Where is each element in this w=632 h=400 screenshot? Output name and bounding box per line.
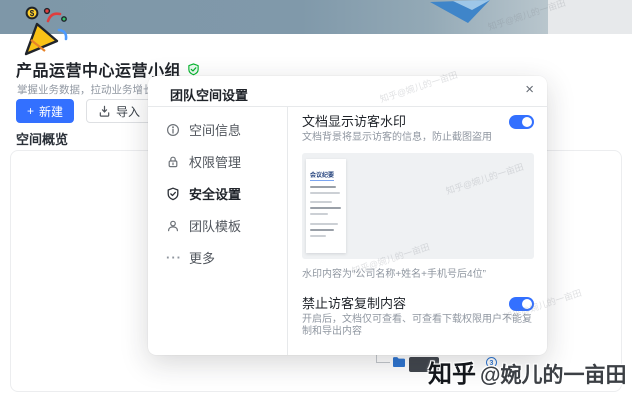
screen: $ 产品运营中心运营小组 掌握业务数据，拉动业务增长 + 新建 导入 — [0, 0, 632, 400]
setting-title: 文档显示访客水印 — [302, 114, 406, 129]
party-popper-logo-icon[interactable]: $ — [20, 4, 70, 60]
modal-header: 团队空间设置 × — [148, 76, 547, 107]
new-button[interactable]: + 新建 — [16, 99, 74, 123]
copy-restrict-toggle[interactable] — [509, 297, 534, 311]
watermark-caption: 水印内容为“公司名称+姓名+手机号后4位” — [302, 265, 534, 280]
lock-icon — [166, 155, 180, 169]
settings-content: 文档显示访客水印 文档背景将显示访客的信息，防止截图盗用 会议纪要 水印内容为“… — [302, 107, 534, 355]
sidebar-item-space-info[interactable]: 空间信息 — [148, 119, 287, 140]
sidebar-item-label: 权限管理 — [189, 152, 241, 171]
toggle-knob — [522, 117, 532, 127]
team-space-settings-modal: 团队空间设置 × 空间信息 权限管理 安全设置 — [148, 76, 547, 355]
modal-title: 团队空间设置 — [170, 85, 248, 104]
sidebar-item-templates[interactable]: 团队模板 — [148, 215, 287, 236]
setting-row-copy: 禁止访客复制内容 — [302, 296, 534, 311]
info-circle-icon — [166, 123, 180, 137]
document-thumbnail: 会议纪要 — [306, 159, 346, 253]
setting-description: 开启后，文档仅可查看、可查看下载权限用户不能复制和导出内容 — [302, 314, 534, 338]
svg-text:$: $ — [30, 9, 35, 18]
setting-row-watermark: 文档显示访客水印 — [302, 114, 534, 129]
sidebar-item-label: 安全设置 — [189, 184, 241, 203]
setting-title: 禁止访客复制内容 — [302, 296, 406, 311]
watermark-toggle[interactable] — [509, 115, 534, 129]
import-icon — [98, 105, 111, 118]
sidebar-item-label: 更多 — [189, 248, 215, 267]
sidebar-item-label: 团队模板 — [189, 216, 241, 235]
zhihu-handle: @婉儿的一亩田 — [480, 359, 626, 389]
zhihu-brand: 知乎 — [428, 354, 476, 389]
sidebar-item-security[interactable]: 安全设置 — [148, 183, 287, 204]
plus-icon: + — [27, 104, 34, 118]
toggle-knob — [522, 299, 532, 309]
sidebar-item-more[interactable]: ··· 更多 — [148, 247, 287, 268]
thumbnail-doc-title: 会议纪要 — [310, 170, 334, 181]
settings-sidebar: 空间信息 权限管理 安全设置 团队模板 ··· — [148, 107, 288, 355]
import-button-label: 导入 — [116, 103, 140, 120]
paper-plane-decoration-icon — [428, 0, 492, 24]
banner-corner — [548, 0, 632, 34]
person-icon — [166, 219, 180, 233]
zhihu-watermark: 知乎 @婉儿的一亩田 — [428, 354, 626, 389]
shield-icon — [166, 187, 180, 201]
team-subtitle: 掌握业务数据，拉动业务增长 — [17, 82, 154, 97]
section-title-space-overview: 空间概览 — [16, 129, 68, 148]
folder-icon — [392, 356, 406, 368]
sidebar-item-permissions[interactable]: 权限管理 — [148, 151, 287, 172]
sidebar-item-label: 空间信息 — [189, 120, 241, 139]
ellipsis-icon: ··· — [166, 250, 180, 265]
import-button[interactable]: 导入 — [86, 99, 152, 123]
new-button-label: 新建 — [39, 103, 63, 120]
watermark-preview-panel: 会议纪要 — [302, 153, 534, 259]
setting-description: 文档背景将显示访客的信息，防止截图盗用 — [302, 132, 534, 144]
verified-badge-icon — [187, 63, 200, 76]
close-icon[interactable]: × — [525, 81, 534, 99]
